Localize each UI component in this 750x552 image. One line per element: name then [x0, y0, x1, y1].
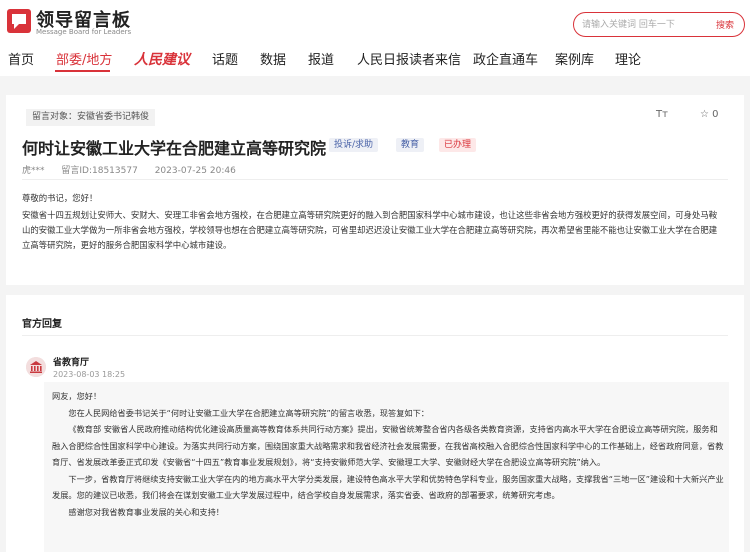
logo-icon — [7, 9, 31, 33]
message-greeting: 尊敬的书记，您好！ — [22, 193, 98, 203]
nav-reader-letters[interactable]: 人民日报读者来信 — [357, 49, 461, 68]
message-meta: 虎*** 留言ID:18513577 2023-07-25 20:46 — [22, 163, 250, 176]
top-header: 领导留言板 Message Board for Leaders 搜索 首页 部委… — [0, 0, 750, 76]
search-input[interactable] — [582, 16, 700, 34]
font-size-icon[interactable]: Tт — [656, 109, 668, 120]
message-date: 2023-07-25 20:46 — [154, 166, 236, 176]
nav-data[interactable]: 数据 — [260, 49, 286, 68]
nav-gov-enterprise[interactable]: 政企直通车 — [473, 49, 538, 68]
message-type-tag: 投诉/求助 — [329, 138, 379, 152]
official-reply-card: 官方回复 省教育厅 2023-08-03 18:25 网友，您好！ 您在人民网给… — [6, 295, 744, 552]
nav-ministries-local[interactable]: 部委/地方 — [56, 49, 112, 68]
message-target: 留言对象：安徽省委书记韩俊 — [26, 109, 156, 126]
nav-topics[interactable]: 话题 — [212, 49, 238, 68]
reply-body: 网友，您好！ 您在人民网给省委书记关于“何时让安徽工业大学在合肥建立高等研究院”… — [52, 388, 724, 520]
reply-greeting: 网友，您好！ — [52, 391, 102, 401]
star-icon: ☆ — [700, 109, 709, 120]
message-text: 安徽省十四五规划让安师大、安财大、安理工非省会地方强校，在合肥建立高等研究院更好… — [22, 210, 718, 250]
active-nav-indicator — [55, 70, 110, 72]
reply-paragraph: 《教育部 安徽省人民政府推动结构优化建设高质量高等教育体系共同行动方案》提出，安… — [52, 424, 724, 467]
message-title: 何时让安徽工业大学在合肥建立高等研究院 — [22, 139, 327, 158]
search-box: 搜索 — [573, 12, 745, 37]
reply-section-title: 官方回复 — [22, 319, 62, 330]
message-id: 留言ID:18513577 — [61, 166, 138, 176]
nav-home[interactable]: 首页 — [8, 49, 34, 68]
reply-org-name: 省教育厅 — [53, 358, 90, 368]
reply-paragraph: 您在人民网给省委书记关于“何时让安徽工业大学在合肥建立高等研究院”的留言收悉，现… — [68, 407, 429, 418]
message-body: 尊敬的书记，您好！ 安徽省十四五规划让安师大、安财大、安理工非省会地方强校，在合… — [22, 191, 722, 255]
reply-date: 2023-08-03 18:25 — [53, 370, 126, 379]
nav-reports[interactable]: 报道 — [308, 49, 334, 68]
logo-subtitle: Message Board for Leaders — [36, 28, 132, 36]
site-logo[interactable]: 领导留言板 Message Board for Leaders — [6, 6, 156, 38]
nav-theory[interactable]: 理论 — [615, 49, 641, 68]
status-badge: 已办理 — [439, 138, 477, 152]
nav-people-suggestion[interactable]: 人民建议 — [134, 49, 190, 69]
message-author: 虎*** — [22, 166, 45, 176]
message-field-tag: 教育 — [396, 138, 425, 152]
reply-content-box: 网友，您好！ 您在人民网给省委书记关于“何时让安徽工业大学在合肥建立高等研究院”… — [44, 382, 729, 552]
main-nav: 首页 部委/地方 人民建议 话题 数据 报道 人民日报读者来信 政企直通车 案例… — [0, 46, 750, 74]
org-building-icon — [26, 357, 46, 377]
reply-paragraph: 下一步，省教育厅将继续支持安徽工业大学在内的地方高水平大学分类发展，建设特色高水… — [52, 473, 724, 501]
nav-case-library[interactable]: 案例库 — [555, 49, 594, 68]
message-card: 留言对象：安徽省委书记韩俊 Tт ☆ 0 何时让安徽工业大学在合肥建立高等研究院… — [6, 95, 744, 285]
divider — [22, 179, 728, 180]
like-count: 0 — [712, 109, 719, 120]
search-button[interactable]: 搜索 — [716, 18, 734, 31]
reply-closing: 感谢您对我省教育事业发展的关心和支持！ — [68, 506, 224, 517]
divider — [22, 335, 728, 336]
like-button[interactable]: ☆ 0 — [700, 109, 719, 120]
